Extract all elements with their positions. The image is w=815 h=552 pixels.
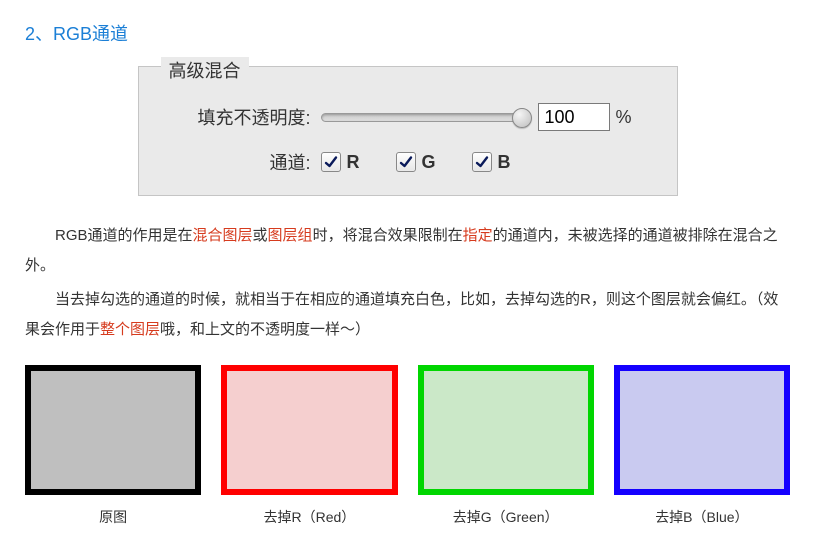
text: RGB通道的作用是在: [55, 227, 193, 244]
opacity-row: 填充不透明度: %: [161, 103, 655, 131]
check-icon: [399, 155, 413, 169]
panel-legend: 高级混合: [161, 57, 249, 83]
panel-container: 高级混合 填充不透明度: % 通道: R: [25, 66, 790, 196]
swatch-label: 去掉G（Green）: [453, 507, 559, 527]
channel-b-checkbox[interactable]: B: [472, 152, 511, 173]
opacity-slider[interactable]: [321, 106, 526, 128]
channel-label: R: [347, 152, 360, 173]
text: 时，将混合效果限制在: [313, 227, 463, 244]
swatch-no-g: [418, 365, 594, 495]
highlight-text: 指定: [463, 227, 493, 244]
text: 或: [253, 227, 268, 244]
swatch-item-no-b: 去掉B（Blue）: [614, 365, 790, 527]
check-icon: [475, 155, 489, 169]
advanced-blend-panel: 高级混合 填充不透明度: % 通道: R: [138, 66, 678, 196]
highlight-text: 整个图层: [100, 321, 160, 338]
paragraph-2: 当去掉勾选的通道的时候，就相当于在相应的通道填充白色，比如，去掉勾选的R，则这个…: [25, 285, 790, 345]
channel-label: B: [498, 152, 511, 173]
slider-track: [321, 113, 526, 122]
slider-thumb-icon[interactable]: [512, 108, 532, 128]
channels-label: 通道:: [161, 149, 311, 175]
channel-checks: R G B: [321, 152, 511, 173]
text: 哦，和上文的不透明度一样～）: [160, 321, 370, 338]
check-icon: [324, 155, 338, 169]
swatch-original: [25, 365, 201, 495]
paragraph-1: RGB通道的作用是在混合图层或图层组时，将混合效果限制在指定的通道内，未被选择的…: [25, 221, 790, 281]
swatch-label: 原图: [99, 507, 127, 527]
swatch-no-b: [614, 365, 790, 495]
swatch-row: 原图 去掉R（Red） 去掉G（Green） 去掉B（Blue）: [25, 365, 790, 527]
swatch-item-no-g: 去掉G（Green）: [418, 365, 594, 527]
opacity-unit: %: [616, 107, 632, 128]
channels-row: 通道: R G B: [161, 149, 655, 175]
channel-g-checkbox[interactable]: G: [396, 152, 436, 173]
checkbox-box: [472, 152, 492, 172]
opacity-input[interactable]: [538, 103, 610, 131]
swatch-item-no-r: 去掉R（Red）: [221, 365, 397, 527]
swatch-no-r: [221, 365, 397, 495]
checkbox-box: [321, 152, 341, 172]
channel-label: G: [422, 152, 436, 173]
opacity-label: 填充不透明度:: [161, 104, 311, 130]
swatch-label: 去掉B（Blue）: [655, 507, 748, 527]
swatch-item-original: 原图: [25, 365, 201, 527]
swatch-label: 去掉R（Red）: [263, 507, 355, 527]
highlight-text: 图层组: [268, 227, 313, 244]
channel-r-checkbox[interactable]: R: [321, 152, 360, 173]
section-title: 2、RGB通道: [25, 20, 790, 46]
highlight-text: 混合图层: [193, 227, 253, 244]
checkbox-box: [396, 152, 416, 172]
